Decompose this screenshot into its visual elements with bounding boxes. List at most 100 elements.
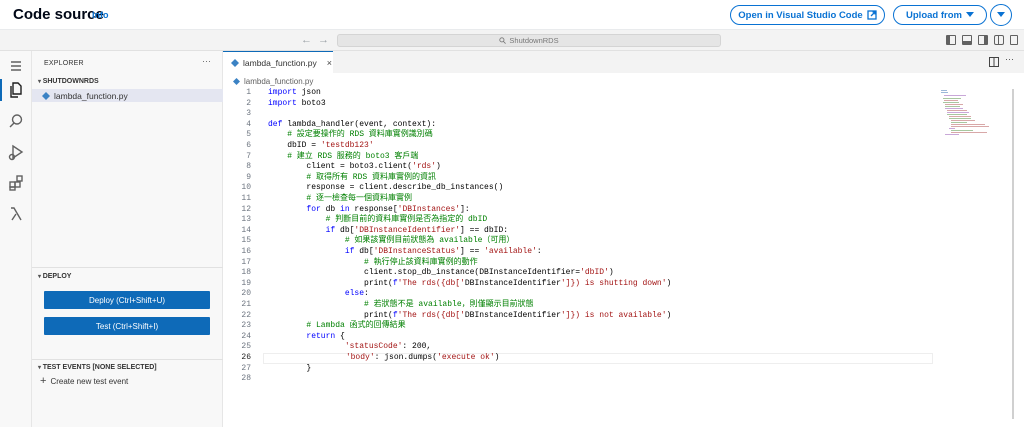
toggle-primary-sidebar-icon[interactable] [946, 35, 956, 45]
python-file-icon [42, 91, 50, 100]
line-number: 6 [246, 141, 251, 150]
code-line[interactable]: print(f'The rds({db['DBInstanceIdentifie… [268, 279, 671, 290]
code-line[interactable]: client = boto3.client('rds') [268, 162, 440, 173]
code-line[interactable]: dbID = 'testdb123' [268, 141, 373, 152]
code-line[interactable]: # 設定要操作的 RDS 資料庫實例識別碼 [268, 130, 433, 141]
line-number: 1 [246, 88, 251, 97]
line-number: 5 [246, 130, 251, 140]
line-number: 2 [246, 98, 251, 108]
forward-arrow-icon[interactable]: → [318, 34, 329, 46]
open-in-vscode-button[interactable]: Open in Visual Studio Code [730, 5, 885, 25]
test-events-section [32, 359, 223, 360]
explorer-more-button[interactable]: ··· [202, 56, 211, 66]
code-line[interactable]: # 取得所有 RDS 資料庫實例的資訊 [268, 173, 436, 184]
lambda-icon[interactable] [7, 205, 25, 223]
code-line[interactable]: import boto3 [268, 99, 326, 110]
line-number: 12 [241, 204, 251, 214]
editor-more-button[interactable]: ··· [1005, 54, 1014, 64]
active-indicator [0, 79, 2, 101]
editor-scrollbar[interactable] [1012, 89, 1014, 419]
code-line[interactable]: client.stop_db_instance(DBInstanceIdenti… [268, 268, 614, 279]
line-number: 21 [241, 300, 251, 309]
breadcrumb[interactable]: lambda_function.py [233, 77, 313, 86]
file-label: lambda_function.py [54, 90, 128, 101]
code-line[interactable]: 'body': json.dumps('execute ok') [263, 353, 933, 364]
back-arrow-icon[interactable]: ← [301, 34, 312, 46]
line-number: 23 [241, 321, 251, 331]
toggle-secondary-sidebar-icon[interactable] [978, 35, 988, 45]
test-button[interactable]: Test (Ctrl+Shift+I) [44, 317, 210, 335]
editor-area: lambda_function.py × ··· lambda_function… [223, 51, 1024, 427]
line-number: 27 [241, 363, 251, 373]
line-number: 3 [246, 109, 251, 119]
tab-lambda-function[interactable]: lambda_function.py × [223, 51, 333, 73]
code-line[interactable]: else: [268, 289, 369, 300]
code-line[interactable]: } [268, 364, 311, 375]
explorer-header: EXPLORER [44, 60, 84, 67]
deploy-label: DEPLOY [42, 273, 72, 280]
breadcrumb-label: lambda_function.py [244, 77, 314, 86]
explorer-files-icon[interactable] [7, 81, 25, 99]
toggle-panel-icon[interactable] [962, 35, 972, 45]
search-icon[interactable] [7, 112, 25, 130]
tab-label: lambda_function.py [243, 57, 317, 68]
line-number: 13 [241, 215, 251, 225]
page-title: Code source [13, 6, 104, 23]
info-link[interactable]: Info [92, 10, 109, 20]
search-text: ShutdownRDS [509, 36, 559, 45]
code-line[interactable]: 'statusCode': 200, [268, 342, 431, 353]
code-line[interactable]: # 執行停止該資料庫實例的動作 [268, 258, 478, 269]
activity-bar [0, 51, 32, 427]
code-line[interactable]: import json [268, 88, 321, 99]
upload-from-label: Upload from [906, 9, 962, 21]
code-line[interactable]: # 逐一檢查每一個資料庫實例 [268, 194, 412, 205]
test-events-label: TEST EVENTS [NONE SELECTED] [42, 364, 157, 371]
line-number: 4 [246, 119, 251, 129]
plus-icon: + [40, 375, 47, 387]
upload-from-button[interactable]: Upload from [893, 5, 987, 25]
run-debug-icon[interactable] [7, 143, 25, 161]
minimap[interactable] [941, 89, 1001, 139]
deploy-header[interactable]: ▾ DEPLOY [38, 273, 71, 280]
line-number: 20 [241, 289, 251, 299]
code-line[interactable]: # 如果該實例目前狀態為 available（可用） [268, 236, 515, 247]
folder-shutdownrds[interactable]: ▾ SHUTDOWNRDS [38, 78, 99, 85]
code-line[interactable]: for db in response['DBInstances']: [268, 205, 469, 216]
editor-title-bar: ← → ShutdownRDS [0, 30, 1024, 51]
search-icon [499, 37, 507, 44]
code-line[interactable]: if db['DBInstanceIdentifier'] == dbID: [268, 226, 508, 237]
python-file-icon [231, 58, 239, 67]
code-line[interactable]: return { [268, 332, 344, 343]
external-link-icon [867, 10, 877, 20]
code-line[interactable]: if db['DBInstanceStatus'] == 'available'… [268, 247, 542, 258]
close-icon[interactable]: × [327, 58, 332, 68]
page-header: Code source Info Open in Visual Studio C… [0, 0, 1024, 30]
line-number: 10 [241, 183, 251, 193]
line-number: 15 [241, 236, 251, 246]
code-line[interactable]: # 若狀態不是 available，則僅顯示目前狀態 [268, 300, 534, 311]
code-line[interactable]: print(f'The rds({db['DBInstanceIdentifie… [268, 311, 671, 322]
command-center-search[interactable]: ShutdownRDS [337, 34, 721, 47]
code-line[interactable]: # 判斷目前的資料庫實例是否為指定的 dbID [268, 215, 488, 226]
window-restore-icon[interactable] [1010, 35, 1018, 45]
code-line[interactable]: response = client.describe_db_instances(… [268, 183, 503, 194]
line-number: 8 [246, 162, 251, 172]
extensions-icon[interactable] [7, 174, 25, 192]
line-number: 22 [241, 310, 251, 320]
code-line[interactable]: # 建立 RDS 服務的 boto3 客戶端 [268, 152, 418, 163]
line-number: 11 [241, 194, 251, 203]
code-line[interactable]: def lambda_handler(event, context): [268, 120, 436, 131]
more-actions-button[interactable] [990, 4, 1012, 26]
create-test-event-button[interactable]: + Create new test event [40, 375, 128, 387]
line-number: 25 [241, 342, 251, 352]
file-item-lambda-function[interactable]: lambda_function.py [32, 89, 223, 102]
deploy-section [32, 267, 223, 268]
split-editor-icon[interactable] [989, 57, 999, 67]
deploy-button[interactable]: Deploy (Ctrl+Shift+U) [44, 291, 210, 309]
test-events-header[interactable]: ▾ TEST EVENTS [NONE SELECTED] [38, 364, 157, 371]
create-test-event-label: Create new test event [50, 376, 129, 386]
customize-layout-icon[interactable] [994, 35, 1004, 45]
code-line[interactable]: # Lambda 函式的回傳結果 [268, 321, 405, 332]
caret-down-icon [965, 12, 974, 17]
menu-icon[interactable] [7, 57, 25, 75]
